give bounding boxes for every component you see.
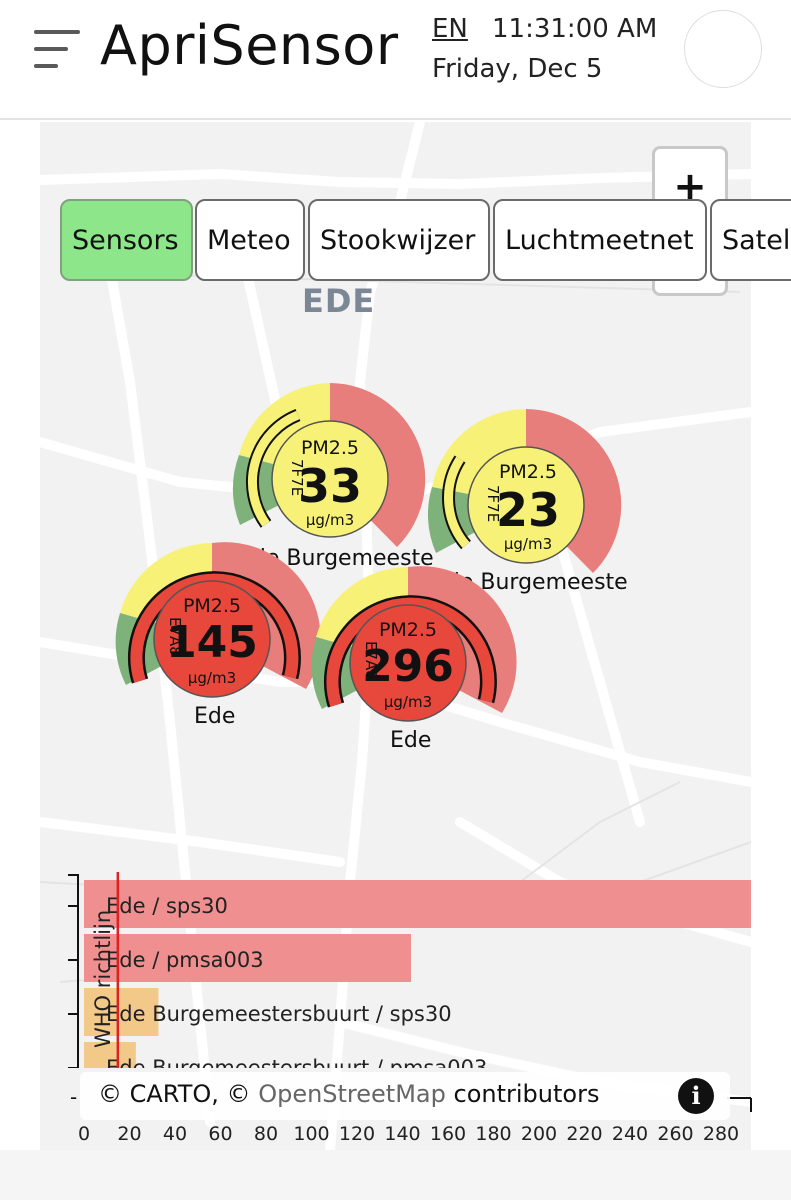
tab-sensors[interactable]: Sensors	[60, 199, 193, 281]
avatar[interactable]	[684, 10, 762, 88]
sensor-id: E7A8	[362, 641, 380, 680]
sensor-name: Ede	[390, 728, 432, 753]
sensor-unit: µg/m3	[305, 511, 355, 529]
info-icon[interactable]: i	[678, 1078, 714, 1114]
sensor-metric: PM2.5	[378, 619, 438, 641]
city-label: EDE	[302, 282, 376, 320]
sensor-metric: PM2.5	[498, 461, 558, 483]
sensor-id: 7F7E	[288, 459, 306, 497]
tab-meteo[interactable]: Meteo	[195, 199, 305, 281]
menu-icon[interactable]	[34, 30, 82, 72]
layer-tabs: Sensors Meteo Stookwijzer Luchtmeetnet S…	[60, 199, 791, 281]
page-footer	[0, 1150, 791, 1200]
contributors-text: contributors	[453, 1080, 600, 1108]
clock-time: 11:31:00 AM	[492, 14, 658, 44]
tab-stookwijzer[interactable]: Stookwijzer	[308, 199, 490, 281]
sensor-name: Ede	[194, 704, 236, 729]
carto-credit: © CARTO, ©	[98, 1080, 251, 1108]
sensor-unit: µg/m3	[383, 693, 433, 711]
app-title: ApriSensor	[100, 14, 399, 77]
app-page: ApriSensor EN 11:31:00 AM Friday, Dec 5	[0, 0, 791, 1200]
sensor-unit: µg/m3	[187, 669, 237, 687]
language-switch[interactable]: EN	[432, 14, 468, 44]
sensor-metric: PM2.5	[182, 595, 242, 617]
tab-satellite[interactable]: Satell	[710, 199, 791, 281]
sensor-id: 7F7E	[484, 485, 502, 523]
sensor-marker[interactable]: PM2.5 296 µg/m3 E7A8 Ede	[310, 565, 517, 755]
app-header: ApriSensor EN 11:31:00 AM Friday, Dec 5	[0, 0, 791, 120]
sensor-id: E7A8	[166, 617, 184, 656]
clock-date: Friday, Dec 5	[432, 54, 603, 84]
map-attribution: © CARTO, © OpenStreetMap contributors i	[80, 1072, 730, 1120]
sensor-marker[interactable]: PM2.5 145 µg/m3 E7A8 Ede	[114, 541, 321, 731]
sensor-metric: PM2.5	[300, 437, 360, 459]
sensor-unit: µg/m3	[503, 535, 553, 553]
osm-link[interactable]: OpenStreetMap	[258, 1080, 446, 1108]
tab-luchtmeetnet[interactable]: Luchtmeetnet	[493, 199, 707, 281]
